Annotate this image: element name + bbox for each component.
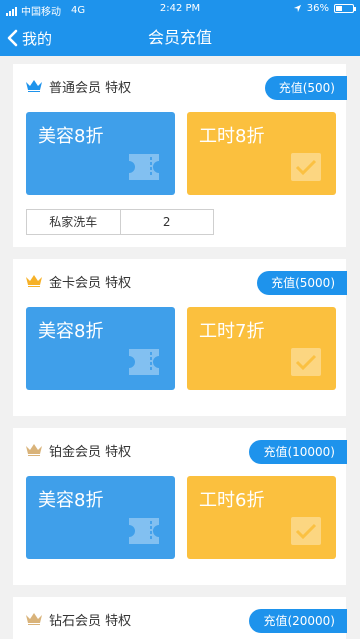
- membership-card-platinum: 铂金会员 特权 充值(10000) 美容8折 工时6折: [13, 428, 347, 585]
- crown-icon: [26, 444, 42, 456]
- bonus-item-name: 私家洗车: [27, 210, 121, 234]
- membership-card-regular: 普通会员 特权 充值(500) 美容8折 工时8折 私家洗车 2: [13, 64, 347, 247]
- card-title: 铂金会员 特权: [49, 445, 132, 460]
- labor-discount-label: 工时7折: [199, 321, 265, 342]
- ticket-icon: [129, 518, 159, 544]
- beauty-discount-tile[interactable]: 美容8折: [26, 112, 175, 195]
- card-title: 钻石会员 特权: [49, 614, 132, 629]
- beauty-discount-label: 美容8折: [38, 126, 104, 147]
- card-header: 普通会员 特权 充值(500): [13, 64, 347, 106]
- labor-discount-label: 工时8折: [199, 126, 265, 147]
- beauty-discount-label: 美容8折: [38, 321, 104, 342]
- battery-fill: [336, 6, 342, 11]
- bonus-table: 私家洗车 2: [26, 209, 214, 235]
- recharge-button[interactable]: 充值(10000): [249, 440, 347, 464]
- recharge-button[interactable]: 充值(20000): [249, 609, 347, 633]
- labor-discount-tile[interactable]: 工时6折: [187, 476, 336, 559]
- membership-card-diamond: 钻石会员 特权 充值(20000): [13, 597, 347, 639]
- checkbox-icon: [291, 517, 321, 545]
- card-title: 普通会员 特权: [49, 81, 132, 96]
- ticket-icon: [129, 349, 159, 375]
- battery-icon: [334, 4, 356, 13]
- card-header: 铂金会员 特权 充值(10000): [13, 428, 347, 470]
- labor-discount-tile[interactable]: 工时8折: [187, 112, 336, 195]
- page-title: 会员充值: [147, 28, 212, 47]
- location-arrow-icon: [293, 4, 301, 13]
- crown-icon: [26, 613, 42, 625]
- nav-bar: 我的 会员充值: [0, 20, 360, 56]
- ticket-icon: [129, 154, 159, 180]
- beauty-discount-tile[interactable]: 美容8折: [26, 307, 175, 390]
- labor-discount-label: 工时6折: [199, 490, 265, 511]
- membership-card-gold: 金卡会员 特权 充值(5000) 美容8折 工时7折: [13, 259, 347, 416]
- bonus-item-count: 2: [162, 215, 171, 229]
- recharge-button[interactable]: 充值(500): [264, 76, 347, 100]
- status-bar: 中国移动 4G 2:42 PM 36%: [0, 0, 360, 20]
- recharge-button[interactable]: 充值(5000): [257, 271, 347, 295]
- beauty-discount-label: 美容8折: [38, 490, 104, 511]
- checkbox-icon: [291, 348, 321, 376]
- battery-percent: 36%: [306, 3, 329, 14]
- card-header: 金卡会员 特权 充值(5000): [13, 259, 347, 301]
- status-right: 36%: [293, 3, 356, 14]
- card-title: 金卡会员 特权: [49, 276, 132, 291]
- crown-icon: [26, 275, 42, 287]
- crown-icon: [26, 80, 42, 92]
- labor-discount-tile[interactable]: 工时7折: [187, 307, 336, 390]
- beauty-discount-tile[interactable]: 美容8折: [26, 476, 175, 559]
- checkbox-icon: [291, 153, 321, 181]
- card-header: 钻石会员 特权 充值(20000): [13, 597, 347, 639]
